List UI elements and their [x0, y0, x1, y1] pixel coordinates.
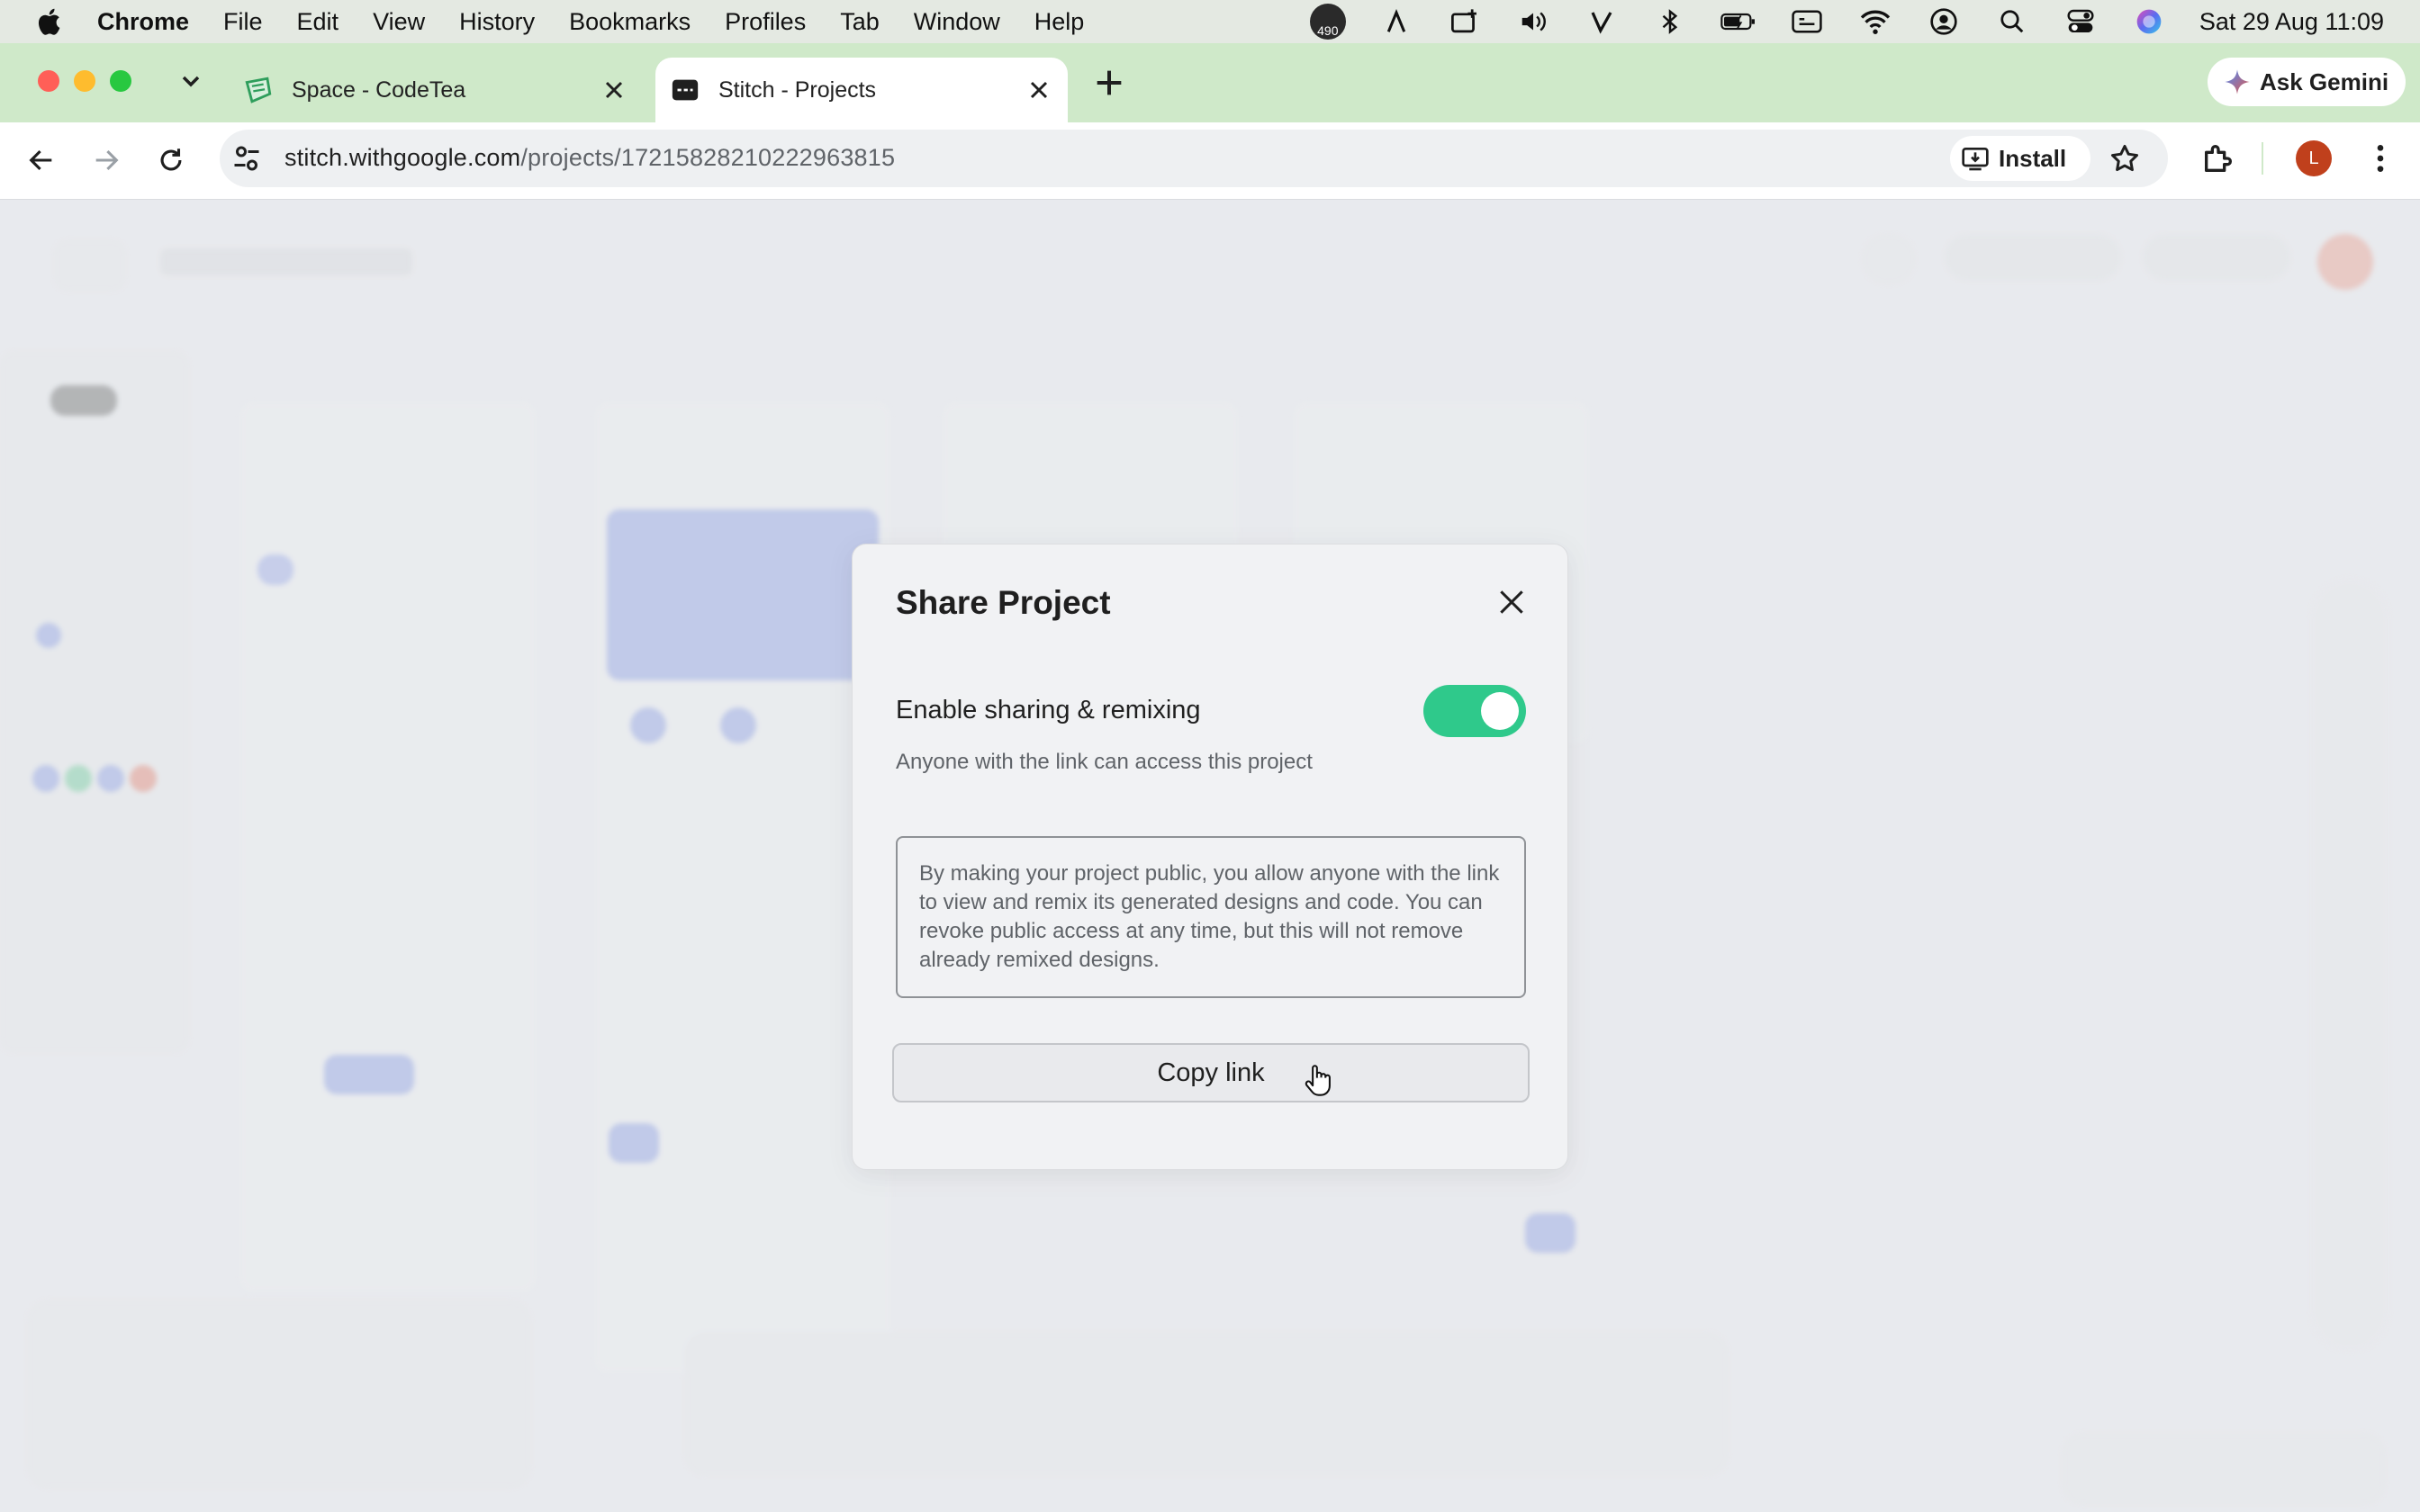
window-close-button[interactable] — [38, 70, 59, 92]
install-app-button[interactable]: Install — [1950, 136, 2090, 181]
keyboard-input-icon[interactable] — [1789, 4, 1825, 40]
vectorworks-icon[interactable] — [1584, 4, 1620, 40]
tab-title: Space - CodeTea — [292, 76, 466, 103]
menubar-status-area: 490 Sat 29 Aug 11:09 — [1309, 0, 2420, 43]
public-access-notice: By making your project public, you allow… — [896, 836, 1526, 998]
url-text[interactable]: stitch.withgoogle.com/projects/172158282… — [284, 144, 895, 172]
menubar-clock[interactable]: Sat 29 Aug 11:09 — [2199, 8, 2384, 36]
profile-avatar[interactable]: L — [2296, 140, 2332, 176]
reload-icon — [160, 148, 182, 171]
hand-pointer-cursor-icon — [1305, 1065, 1331, 1096]
forward-arrow-icon — [95, 149, 119, 171]
menu-help[interactable]: Help — [1034, 8, 1085, 36]
close-icon[interactable] — [1494, 584, 1530, 620]
back-button[interactable] — [22, 140, 61, 180]
volume-icon[interactable] — [1515, 4, 1551, 40]
ask-gemini-button[interactable]: Ask Gemini — [2208, 58, 2406, 106]
reload-button[interactable] — [151, 140, 191, 180]
sharing-toggle-label: Enable sharing & remixing — [896, 696, 1201, 724]
install-icon — [1962, 148, 1989, 171]
extensions-puzzle-icon[interactable] — [2200, 140, 2236, 176]
toolbar-divider — [2262, 142, 2263, 175]
install-label: Install — [1999, 144, 2067, 172]
codetea-icon — [245, 76, 272, 104]
sharing-subtitle: Anyone with the link can access this pro… — [896, 750, 1313, 774]
menu-bookmarks[interactable]: Bookmarks — [569, 8, 691, 36]
dialog-title: Share Project — [896, 584, 1111, 621]
tab-search-chevron-icon[interactable] — [176, 67, 205, 95]
spotlight-search-icon[interactable] — [1994, 4, 2030, 40]
menu-profiles[interactable]: Profiles — [725, 8, 806, 36]
site-settings-icon[interactable] — [230, 142, 263, 175]
sharing-toggle[interactable] — [1423, 685, 1526, 737]
stitch-icon — [672, 79, 699, 101]
url-domain: stitch.withgoogle.com — [284, 144, 521, 171]
more-menu-icon[interactable] — [2362, 140, 2398, 176]
gemini-label: Ask Gemini — [2260, 68, 2389, 95]
tab-space-codetea[interactable]: Space - CodeTea — [236, 58, 643, 122]
new-tab-plus-icon[interactable] — [1091, 65, 1127, 101]
lambda-app-icon[interactable] — [1378, 4, 1414, 40]
window-zoom-button[interactable] — [110, 70, 131, 92]
menu-file[interactable]: File — [223, 8, 263, 36]
tab-close-icon[interactable] — [1025, 76, 1053, 104]
tab-stitch-projects[interactable]: Stitch - Projects — [655, 58, 1068, 122]
copy-link-button[interactable]: Copy link — [892, 1043, 1530, 1102]
bluetooth-icon[interactable] — [1652, 4, 1688, 40]
gemini-sparkle-icon — [2225, 69, 2250, 94]
menu-tab[interactable]: Tab — [840, 8, 880, 36]
user-account-icon[interactable] — [1926, 4, 1962, 40]
siri-icon[interactable] — [2131, 4, 2167, 40]
menu-view[interactable]: View — [373, 8, 425, 36]
tab-close-icon[interactable] — [600, 76, 628, 104]
forward-button[interactable] — [86, 140, 126, 180]
share-project-dialog: Share Project Enable sharing & remixing … — [852, 544, 1568, 1170]
notification-badge-icon[interactable]: 490 — [1309, 4, 1346, 40]
bookmark-star-icon[interactable] — [2108, 142, 2141, 175]
control-center-icon[interactable] — [2063, 4, 2099, 40]
badge-count: 490 — [1309, 4, 1346, 40]
apple-logo-icon[interactable] — [34, 5, 67, 38]
wifi-icon[interactable] — [1857, 4, 1893, 40]
menu-app-name[interactable]: Chrome — [97, 8, 189, 36]
macos-menubar: Chrome File Edit View History Bookmarks … — [0, 0, 2420, 43]
battery-icon[interactable] — [1720, 4, 1756, 40]
menu-edit[interactable]: Edit — [297, 8, 339, 36]
toggle-knob — [1481, 692, 1519, 730]
menu-history[interactable]: History — [459, 8, 535, 36]
window-minimize-button[interactable] — [74, 70, 95, 92]
back-arrow-icon — [29, 149, 52, 171]
screen-share-icon[interactable] — [1447, 4, 1483, 40]
url-path: /projects/17215828210222963815 — [520, 144, 896, 171]
tab-title: Stitch - Projects — [718, 76, 877, 103]
menu-window[interactable]: Window — [914, 8, 1000, 36]
